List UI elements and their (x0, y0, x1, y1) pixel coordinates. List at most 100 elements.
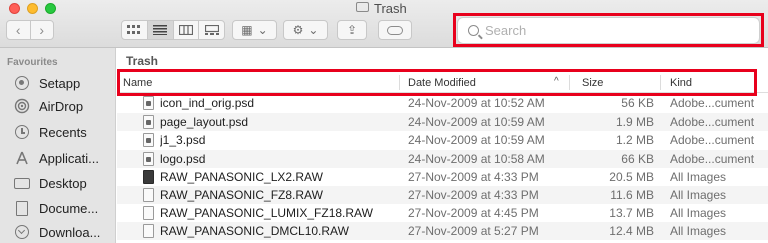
column-header-date-modified[interactable]: Date Modified (408, 72, 578, 93)
file-kind: All Images (670, 170, 727, 184)
column-divider[interactable] (399, 75, 400, 90)
downloads-icon (13, 224, 31, 240)
file-size: 1.9 MB (615, 115, 654, 129)
sidebar-item-label: Desktop (39, 175, 87, 191)
sidebar-item-desktop[interactable]: Desktop (0, 172, 116, 194)
tags-button[interactable] (378, 20, 412, 40)
file-size: 56 KB (621, 96, 654, 110)
file-name: icon_ind_orig.psd (160, 96, 255, 110)
column-header-name[interactable]: Name (123, 72, 403, 93)
file-name: RAW_PANASONIC_DMCL10.RAW (160, 224, 349, 238)
sidebar-item-label: Setapp (39, 75, 81, 91)
recents-clock-icon (13, 124, 31, 140)
column-header-size[interactable]: Size (582, 72, 667, 93)
tag-icon (387, 25, 403, 35)
file-kind: Adobe...cument (670, 96, 755, 110)
column-divider[interactable] (569, 75, 570, 90)
minimize-window-button[interactable] (27, 3, 38, 14)
sidebar-item-applications[interactable]: Applicati... (0, 147, 116, 169)
file-kind: Adobe...cument (670, 115, 755, 129)
file-kind: All Images (670, 188, 727, 202)
list-view-button[interactable] (146, 21, 173, 39)
column-view-icon (178, 25, 193, 35)
file-kind: Adobe...cument (670, 133, 755, 147)
sidebar-item-label: AirDrop (39, 98, 84, 114)
file-kind: Adobe...cument (670, 152, 755, 166)
psd-file-icon (143, 115, 154, 129)
sidebar-item-downloads[interactable]: Downloa... (0, 221, 116, 243)
back-button[interactable]: ‹ (7, 21, 30, 39)
table-row[interactable]: icon_ind_orig.psd 24-Nov-2009 at 10:52 A… (117, 94, 768, 112)
raw-image-file-icon (143, 170, 154, 184)
gallery-view-icon (204, 25, 219, 35)
psd-file-icon (143, 96, 154, 110)
table-row[interactable]: RAW_PANASONIC_LX2.RAW 27-Nov-2009 at 4:3… (117, 168, 768, 186)
file-size: 12.4 MB (609, 224, 654, 238)
sidebar-item-label: Docume... (39, 200, 99, 216)
chevron-down-icon: ⌄ (308, 23, 319, 37)
share-icon: ⇪ (346, 23, 358, 37)
file-name: j1_3.psd (160, 133, 206, 147)
file-size: 13.7 MB (609, 206, 654, 220)
file-kind: All Images (670, 206, 727, 220)
path-title: Trash (126, 54, 159, 68)
maximize-window-button[interactable] (45, 3, 56, 14)
file-kind: All Images (670, 224, 727, 238)
close-window-button[interactable] (9, 3, 20, 14)
desktop-icon (13, 175, 31, 191)
view-mode-switcher (121, 20, 225, 40)
setapp-icon (13, 75, 31, 91)
table-row[interactable]: RAW_PANASONIC_LUMIX_FZ18.RAW 27-Nov-2009… (117, 204, 768, 222)
column-header-label: Size (582, 76, 604, 89)
table-row[interactable]: page_layout.psd 24-Nov-2009 at 10:59 AM … (117, 113, 768, 131)
share-button[interactable]: ⇪ (337, 20, 367, 40)
airdrop-icon (13, 98, 31, 114)
title-bar: Trash ‹ › ▦ ⌄ ⚙ ⌄ ⇪ (0, 0, 768, 48)
action-menu-button[interactable]: ⚙ ⌄ (283, 20, 328, 40)
gallery-view-button[interactable] (198, 21, 224, 39)
sidebar-item-label: Downloa... (39, 224, 101, 240)
trash-folder-icon (356, 2, 369, 12)
file-name: RAW_PANASONIC_LUMIX_FZ18.RAW (160, 206, 373, 220)
forward-button[interactable]: › (29, 21, 54, 39)
table-row[interactable]: RAW_PANASONIC_DMCL10.RAW 27-Nov-2009 at … (117, 222, 768, 240)
column-header-bar: Name Date Modified ^ Size Kind (117, 72, 768, 93)
file-size: 1.2 MB (615, 133, 654, 147)
applications-icon (13, 150, 31, 166)
gear-icon: ⚙ (292, 23, 304, 37)
sidebar-heading: Favourites (7, 57, 58, 68)
sidebar-item-setapp[interactable]: Setapp (0, 72, 116, 94)
table-row[interactable]: RAW_PANASONIC_FZ8.RAW 27-Nov-2009 at 4:3… (117, 186, 768, 204)
psd-file-icon (143, 152, 154, 166)
sidebar-item-documents[interactable]: Docume... (0, 197, 116, 219)
file-name: logo.psd (160, 152, 206, 166)
sidebar: Favourites Setapp AirDrop Recents Applic… (0, 48, 116, 243)
table-row[interactable]: j1_3.psd 24-Nov-2009 at 10:59 AM 1.2 MB … (117, 131, 768, 149)
psd-file-icon (143, 133, 154, 147)
sidebar-item-recents[interactable]: Recents (0, 121, 116, 143)
search-field[interactable] (457, 17, 760, 44)
group-icon: ▦ (241, 23, 253, 37)
file-name: RAW_PANASONIC_FZ8.RAW (160, 188, 323, 202)
icon-view-icon (127, 25, 141, 34)
table-row[interactable]: logo.psd 24-Nov-2009 at 10:58 AM 66 KB A… (117, 150, 768, 168)
documents-icon (13, 200, 31, 216)
file-size: 20.5 MB (609, 170, 654, 184)
column-divider[interactable] (660, 75, 661, 90)
search-icon (468, 25, 479, 36)
raw-file-icon (143, 224, 154, 238)
file-name: page_layout.psd (160, 115, 249, 129)
column-header-kind[interactable]: Kind (670, 72, 760, 93)
group-by-button[interactable]: ▦ ⌄ (232, 20, 277, 40)
search-input[interactable] (485, 23, 759, 38)
sidebar-item-label: Recents (39, 124, 87, 140)
icon-view-button[interactable] (122, 21, 147, 39)
sort-ascending-icon: ^ (554, 76, 559, 87)
column-header-label: Date Modified (408, 76, 476, 89)
file-name: RAW_PANASONIC_LX2.RAW (160, 170, 323, 184)
sidebar-item-airdrop[interactable]: AirDrop (0, 95, 116, 117)
column-header-label: Name (123, 76, 153, 89)
column-header-label: Kind (670, 76, 693, 89)
column-view-button[interactable] (172, 21, 199, 39)
raw-file-icon (143, 188, 154, 202)
